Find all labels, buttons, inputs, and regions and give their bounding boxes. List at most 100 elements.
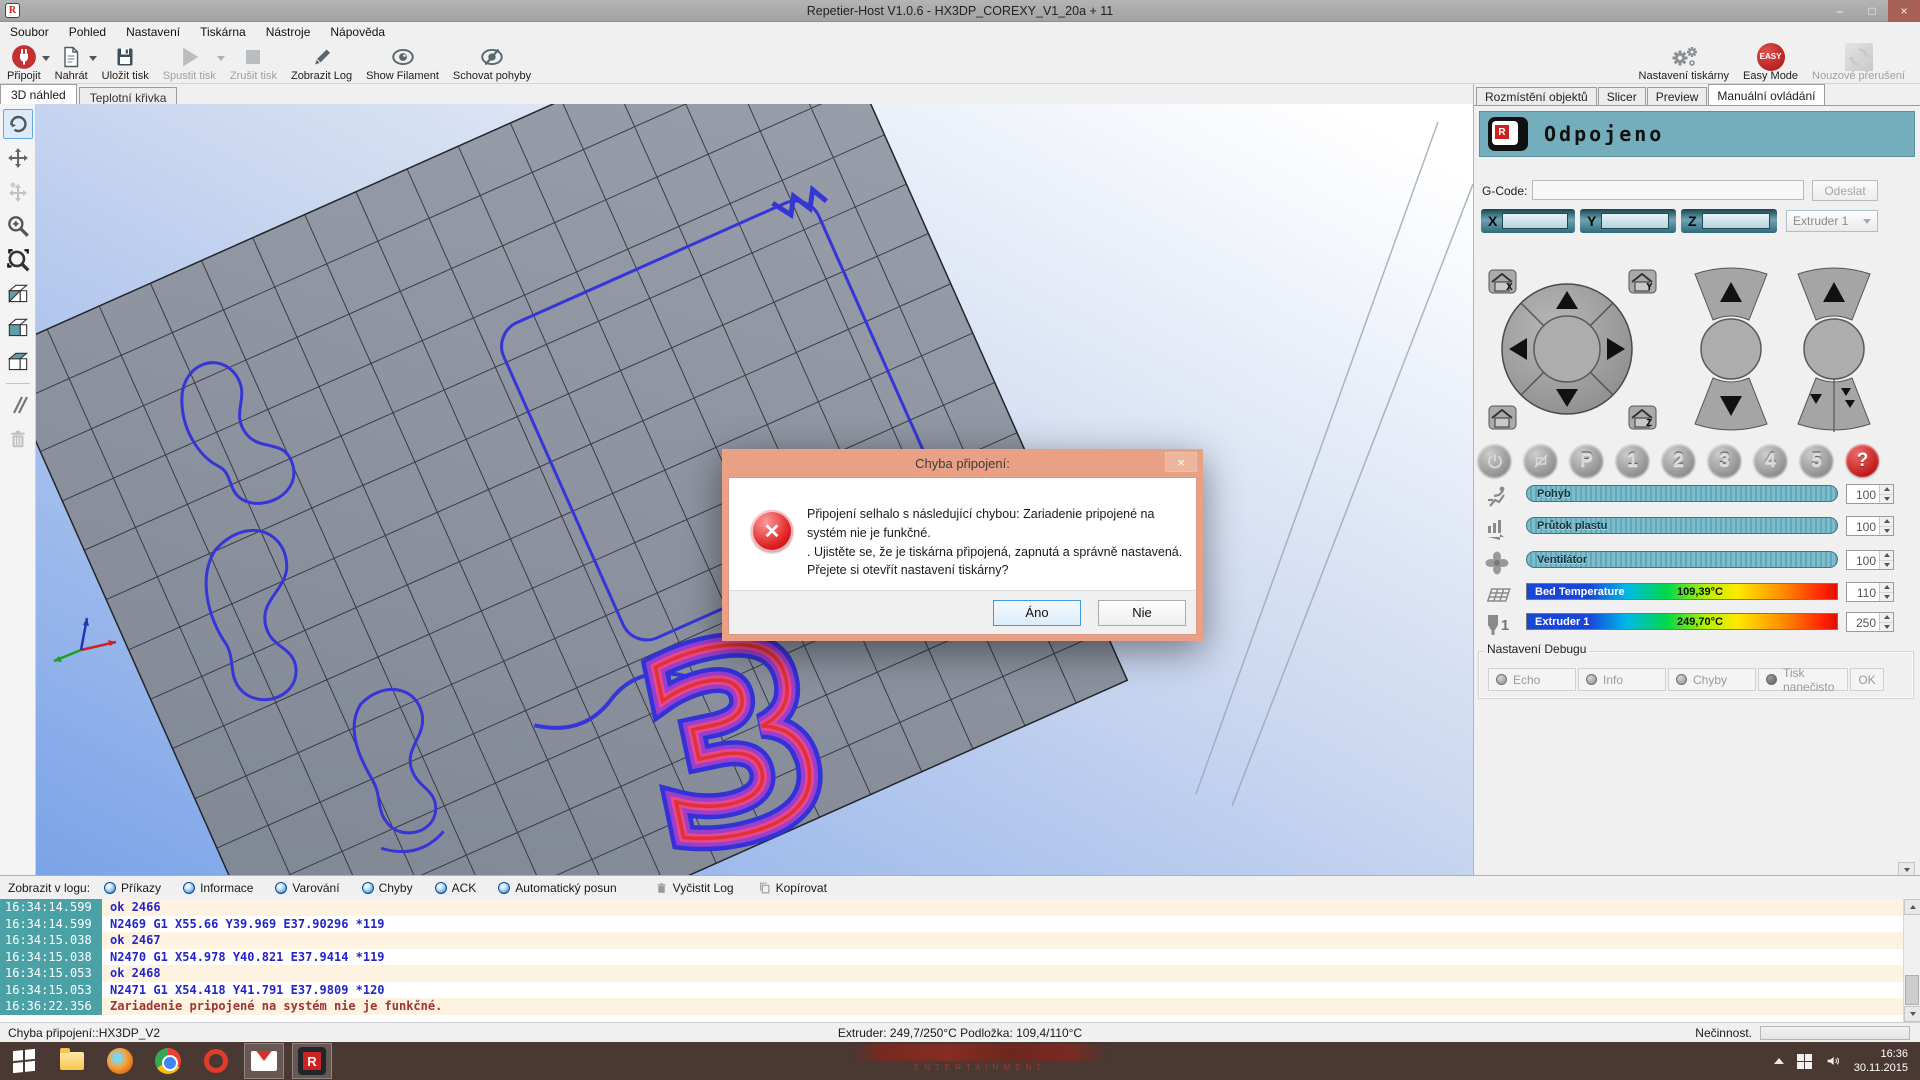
- preset-1-button[interactable]: 1: [1616, 444, 1649, 477]
- bed-temperature-bar[interactable]: Bed Temperature 109,39°C: [1526, 583, 1838, 600]
- menu-nastaveni[interactable]: Nastavení: [116, 23, 190, 41]
- preset-2-button[interactable]: 2: [1662, 444, 1695, 477]
- file-explorer-button[interactable]: [52, 1043, 92, 1079]
- fan-speed-slider[interactable]: Ventilátor: [1526, 551, 1838, 568]
- move-view-tool[interactable]: [3, 143, 33, 173]
- chrome-button[interactable]: [148, 1043, 188, 1079]
- move-object-tool[interactable]: [3, 177, 33, 207]
- home-z-button[interactable]: Z: [1629, 406, 1656, 429]
- extruder-jog-control[interactable]: [1798, 268, 1870, 432]
- preset-4-button[interactable]: 4: [1754, 444, 1787, 477]
- speed-multiplier-spinner[interactable]: 100: [1846, 484, 1894, 504]
- home-y-button[interactable]: Y: [1629, 270, 1656, 293]
- zoom-in-tool[interactable]: [3, 211, 33, 241]
- spin-up-icon[interactable]: [1880, 583, 1893, 593]
- spin-up-icon[interactable]: [1880, 551, 1893, 561]
- show-filament-button[interactable]: Show Filament: [359, 42, 446, 83]
- isometric-view-tool[interactable]: [3, 279, 33, 309]
- debug-dryrun-toggle[interactable]: Tisk nanečisto: [1758, 668, 1848, 691]
- debug-errors-toggle[interactable]: Chyby: [1668, 668, 1756, 691]
- tab-teplotni-krivka[interactable]: Teplotní křivka: [79, 87, 178, 104]
- firefox-button[interactable]: [100, 1043, 140, 1079]
- help-button[interactable]: ?: [1846, 444, 1879, 477]
- debug-echo-toggle[interactable]: Echo: [1488, 668, 1576, 691]
- gcode-input[interactable]: [1532, 180, 1804, 200]
- filter-info-toggle[interactable]: Informace: [183, 881, 253, 895]
- hide-travel-button[interactable]: Schovat pohyby: [446, 42, 538, 83]
- maximize-button[interactable]: □: [1856, 0, 1888, 22]
- save-print-button[interactable]: Uložit tisk: [95, 42, 156, 83]
- fan-speed-spinner[interactable]: 100: [1846, 550, 1894, 570]
- cancel-print-button[interactable]: Zrušit tisk: [223, 42, 284, 83]
- zoom-fit-tool[interactable]: [3, 245, 33, 275]
- home-all-button[interactable]: [1489, 406, 1516, 429]
- debug-ok-button[interactable]: OK: [1850, 668, 1884, 691]
- spin-down-icon[interactable]: [1880, 527, 1893, 536]
- park-button[interactable]: P: [1570, 444, 1603, 477]
- log-list[interactable]: 16:34:14.599 ok 2466 16:34:14.599 N2469 …: [0, 899, 1920, 1022]
- show-log-button[interactable]: Zobrazit Log: [284, 42, 359, 83]
- tab-manualni-ovladani[interactable]: Manuální ovládání: [1708, 84, 1824, 105]
- filter-autoscroll-toggle[interactable]: Automatický posun: [498, 881, 616, 895]
- speed-multiplier-slider[interactable]: Pohyb: [1526, 485, 1838, 502]
- filter-warnings-toggle[interactable]: Varování: [275, 881, 339, 895]
- bed-temperature-spinner[interactable]: 110: [1846, 582, 1894, 602]
- heat-off-button[interactable]: [1524, 444, 1557, 477]
- tab-rozmisteni-objektu[interactable]: Rozmístění objektů: [1476, 87, 1597, 105]
- menu-nastroje[interactable]: Nástroje: [256, 23, 321, 41]
- z-jog-control[interactable]: [1695, 268, 1767, 430]
- start-print-button[interactable]: Spustit tisk: [156, 42, 223, 83]
- menu-napoveda[interactable]: Nápověda: [320, 23, 395, 41]
- extruder-select[interactable]: Extruder 1: [1786, 210, 1878, 232]
- mail-button[interactable]: [244, 1043, 284, 1079]
- connect-button[interactable]: Připojit: [0, 42, 48, 83]
- clear-log-button[interactable]: Vyčistit Log: [655, 881, 734, 895]
- xy-jog-pad[interactable]: [1502, 284, 1632, 414]
- spin-down-icon[interactable]: [1880, 561, 1893, 570]
- rotate-view-tool[interactable]: [3, 109, 33, 139]
- filter-ack-toggle[interactable]: ACK: [435, 881, 477, 895]
- speaker-icon[interactable]: [1825, 1053, 1841, 1069]
- log-scrollbar[interactable]: [1903, 899, 1920, 1022]
- motors-off-button[interactable]: [1478, 444, 1511, 477]
- extruder-temperature-spinner[interactable]: 250: [1846, 612, 1894, 632]
- parallel-projection-tool[interactable]: [3, 390, 33, 420]
- no-button[interactable]: Nie: [1098, 600, 1186, 626]
- preset-3-button[interactable]: 3: [1708, 444, 1741, 477]
- opera-button[interactable]: [196, 1043, 236, 1079]
- delete-object-tool[interactable]: [3, 424, 33, 454]
- yes-button[interactable]: Áno: [993, 600, 1081, 626]
- top-view-tool[interactable]: [3, 347, 33, 377]
- spin-up-icon[interactable]: [1880, 485, 1893, 495]
- flow-multiplier-spinner[interactable]: 100: [1846, 516, 1894, 536]
- scrollbar-thumb[interactable]: [1905, 975, 1919, 1005]
- tab-3d-nahled[interactable]: 3D náhled: [0, 84, 77, 104]
- spin-down-icon[interactable]: [1880, 623, 1893, 632]
- start-button[interactable]: [4, 1043, 44, 1079]
- send-button[interactable]: Odeslat: [1812, 180, 1878, 201]
- easy-mode-button[interactable]: EASY Easy Mode: [1736, 42, 1805, 83]
- repetier-host-taskbar-button[interactable]: R: [292, 1043, 332, 1079]
- filter-commands-toggle[interactable]: Příkazy: [104, 881, 161, 895]
- tab-slicer[interactable]: Slicer: [1598, 87, 1646, 105]
- show-hidden-icons-icon[interactable]: [1774, 1058, 1784, 1064]
- scroll-up-icon[interactable]: [1904, 899, 1920, 915]
- extruder-temperature-bar[interactable]: Extruder 1 249,70°C: [1526, 613, 1838, 630]
- load-button[interactable]: Nahrát: [48, 42, 95, 83]
- spin-up-icon[interactable]: [1880, 613, 1893, 623]
- spin-down-icon[interactable]: [1880, 495, 1893, 504]
- menu-soubor[interactable]: Soubor: [0, 23, 59, 41]
- taskbar-clock[interactable]: 16:36 30.11.2015: [1854, 1047, 1908, 1076]
- home-x-button[interactable]: X: [1489, 270, 1516, 293]
- front-view-tool[interactable]: [3, 313, 33, 343]
- emergency-stop-button[interactable]: Nouzové přerušení: [1805, 42, 1912, 83]
- dialog-close-button[interactable]: ×: [1165, 452, 1197, 472]
- menu-tiskarna[interactable]: Tiskárna: [190, 23, 256, 41]
- flow-multiplier-slider[interactable]: Průtok plastu: [1526, 517, 1838, 534]
- scroll-down-icon[interactable]: [1904, 1006, 1920, 1022]
- preset-5-button[interactable]: 5: [1800, 444, 1833, 477]
- menu-pohled[interactable]: Pohled: [59, 23, 116, 41]
- network-icon[interactable]: [1797, 1054, 1812, 1069]
- minimize-button[interactable]: –: [1824, 0, 1856, 22]
- close-button[interactable]: ×: [1888, 0, 1920, 22]
